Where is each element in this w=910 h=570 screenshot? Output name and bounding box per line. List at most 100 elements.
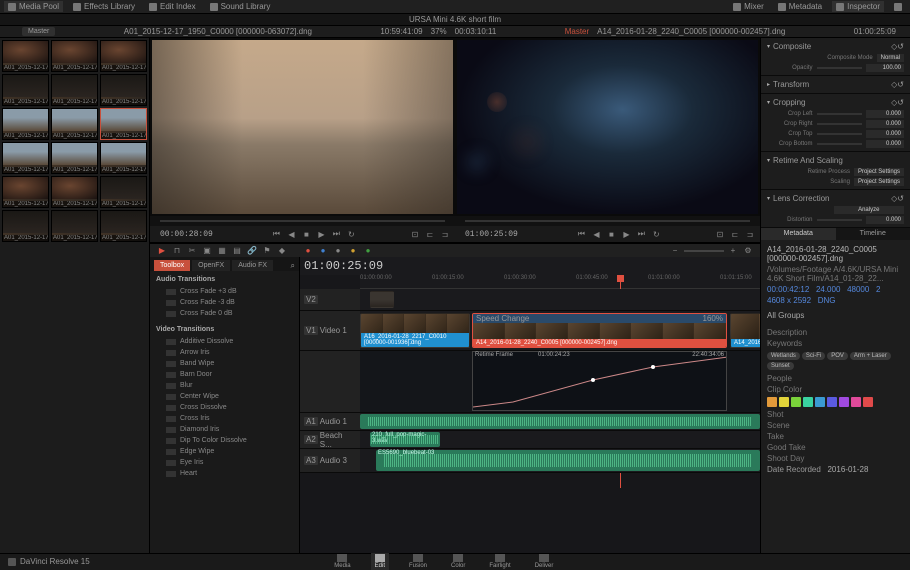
video-clip-selected[interactable]: Speed Change160% A14_2016-01-28_2240_C00… xyxy=(472,313,727,348)
fx-item[interactable]: Dip To Color Dissolve xyxy=(150,435,299,446)
toolbox-tab[interactable]: Toolbox xyxy=(154,260,190,271)
fairlight-page[interactable]: Fairlight xyxy=(485,553,514,570)
match-frame-button[interactable]: ⊡ xyxy=(714,228,726,240)
clip-thumb[interactable]: A01_2015-12-17_1... xyxy=(51,108,98,140)
link-toggle[interactable]: ● xyxy=(317,245,329,257)
retime-process-dropdown[interactable]: Project Settings xyxy=(854,168,904,176)
loop-button[interactable]: ↻ xyxy=(650,228,662,240)
zoom-out-button[interactable]: − xyxy=(669,245,681,257)
clip-thumb[interactable]: A01_2015-12-17_1... xyxy=(2,142,49,174)
fx-item[interactable]: Cross Fade 0 dB xyxy=(150,308,299,319)
position-lock[interactable]: ● xyxy=(332,245,344,257)
fx-item[interactable]: Center Wipe xyxy=(150,391,299,402)
next-frame-button[interactable]: ⏭ xyxy=(330,228,342,240)
fx-item[interactable]: Band Wipe xyxy=(150,358,299,369)
source-viewer[interactable]: 00:00:28:09 ⏮ ◀ ■ ▶ ⏭ ↻ ⊡ ⊏ ⊐ xyxy=(150,38,455,242)
mark-in-button[interactable]: ⊏ xyxy=(424,228,436,240)
scaling-dropdown[interactable]: Project Settings xyxy=(854,178,904,186)
crop-bottom-value[interactable]: 0.000 xyxy=(866,140,904,148)
metadata-subtab[interactable]: Metadata xyxy=(761,228,836,240)
clip-thumb[interactable]: A01_2015-12-17_1... xyxy=(2,176,49,208)
fx-item[interactable]: Arrow Iris xyxy=(150,347,299,358)
audio-clip[interactable]: ES5690_bluebeat-03 xyxy=(376,450,760,471)
track-head-v2[interactable]: V2 xyxy=(300,289,360,310)
crop-right-value[interactable]: 0.000 xyxy=(866,120,904,128)
transform-section[interactable]: Transform◇↺ xyxy=(761,78,910,91)
flag-button[interactable]: ⚑ xyxy=(261,245,273,257)
marker-button[interactable]: ◆ xyxy=(276,245,288,257)
sound-library-tab[interactable]: Sound Library xyxy=(206,1,275,12)
timeline-scrubber[interactable] xyxy=(455,216,760,226)
flag-yellow[interactable]: ● xyxy=(347,245,359,257)
fx-item[interactable]: Cross Dissolve xyxy=(150,402,299,413)
fx-item[interactable]: Cross Fade -3 dB xyxy=(150,297,299,308)
prev-frame-button[interactable]: ◀ xyxy=(285,228,297,240)
fx-item[interactable]: Eye Iris xyxy=(150,457,299,468)
clip-thumb[interactable]: A01_2015-12-17_1... xyxy=(100,176,147,208)
audiofx-tab[interactable]: Audio FX xyxy=(232,260,273,271)
composite-section[interactable]: Composite◇↺ xyxy=(761,40,910,53)
inspector-tab[interactable]: Inspector xyxy=(832,1,884,12)
track-head-a1[interactable]: A1Audio 1 xyxy=(300,413,360,430)
zoom-in-button[interactable]: + xyxy=(727,245,739,257)
trim-tool[interactable]: ⊓ xyxy=(171,245,183,257)
crop-left-value[interactable]: 0.000 xyxy=(866,110,904,118)
timeline-options-button[interactable]: ⚙ xyxy=(742,245,754,257)
mixer-tab[interactable]: Mixer xyxy=(729,1,768,12)
source-scrubber[interactable] xyxy=(150,216,455,226)
deliver-page[interactable]: Deliver xyxy=(531,553,558,570)
timeline-subtab[interactable]: Timeline xyxy=(836,228,910,240)
edit-index-tab[interactable]: Edit Index xyxy=(145,1,200,12)
opacity-slider[interactable] xyxy=(817,67,863,69)
flag-green[interactable]: ● xyxy=(362,245,374,257)
clip-thumb[interactable]: A01_2015-12-17_1... xyxy=(2,210,49,242)
bin-dropdown[interactable]: Master xyxy=(22,27,55,36)
first-frame-button[interactable]: ⏮ xyxy=(270,228,282,240)
clip-color-swatches[interactable] xyxy=(767,397,904,407)
stop-button[interactable]: ■ xyxy=(300,228,312,240)
fx-item[interactable]: Additive Dissolve xyxy=(150,336,299,347)
blade-tool[interactable]: ✂ xyxy=(186,245,198,257)
openfx-tab[interactable]: OpenFX xyxy=(192,260,230,271)
retime-curve-editor[interactable]: Retime Frame 01:00:24:23 22:40:34:06 xyxy=(472,351,727,411)
track-head-a3[interactable]: A3Audio 3 xyxy=(300,449,360,472)
distortion-slider[interactable] xyxy=(817,219,863,221)
prev-frame-button[interactable]: ◀ xyxy=(590,228,602,240)
fx-item[interactable]: Blur xyxy=(150,380,299,391)
media-pool-tab[interactable]: Media Pool xyxy=(4,1,63,12)
fusion-page[interactable]: Fusion xyxy=(405,553,431,570)
link-button[interactable]: 🔗 xyxy=(246,245,258,257)
color-page[interactable]: Color xyxy=(447,553,469,570)
audio-clip[interactable] xyxy=(360,414,760,429)
fx-item[interactable]: Diamond Iris xyxy=(150,424,299,435)
edit-page[interactable]: Edit xyxy=(371,553,389,570)
clip-thumb[interactable]: A01_2015-12-17_1... xyxy=(100,40,147,72)
timeline-viewer[interactable]: 01:00:25:09 ⏮ ◀ ■ ▶ ⏭ ↻ ⊡ ⊏ ⊐ xyxy=(455,38,760,242)
zoom-slider[interactable] xyxy=(684,250,724,252)
overwrite-button[interactable]: ▦ xyxy=(216,245,228,257)
play-button[interactable]: ▶ xyxy=(620,228,632,240)
fx-item[interactable]: Cross Iris xyxy=(150,413,299,424)
timeline-timecode[interactable]: 01:00:25:09 xyxy=(304,259,383,273)
expand-button[interactable] xyxy=(890,2,906,12)
opacity-value[interactable]: 100.00 xyxy=(866,64,904,72)
reset-icon[interactable]: ↺ xyxy=(897,42,904,51)
clip-thumb[interactable]: A01_2015-12-17_1... xyxy=(100,210,147,242)
track-head-v1[interactable]: V1Video 1 xyxy=(300,311,360,350)
snap-toggle[interactable]: ● xyxy=(302,245,314,257)
timeline-ruler[interactable]: 01:00:00:00 01:00:15:00 01:00:30:00 01:0… xyxy=(360,275,760,289)
clip-thumb[interactable]: A01_2015-12-17_1... xyxy=(2,74,49,106)
mark-out-button[interactable]: ⊐ xyxy=(744,228,756,240)
mark-out-button[interactable]: ⊐ xyxy=(439,228,451,240)
zoom-pct[interactable]: 37% xyxy=(431,27,447,36)
video-clip[interactable] xyxy=(370,291,394,308)
insert-button[interactable]: ▣ xyxy=(201,245,213,257)
effects-library-tab[interactable]: Effects Library xyxy=(69,1,139,12)
play-button[interactable]: ▶ xyxy=(315,228,327,240)
retime-section[interactable]: Retime And Scaling xyxy=(761,154,910,167)
cropping-section[interactable]: Cropping◇↺ xyxy=(761,96,910,109)
fx-item[interactable]: Barn Door xyxy=(150,369,299,380)
lens-section[interactable]: Lens Correction◇↺ xyxy=(761,192,910,205)
clip-thumb[interactable]: A01_2015-12-17_1... xyxy=(51,176,98,208)
stop-button[interactable]: ■ xyxy=(605,228,617,240)
